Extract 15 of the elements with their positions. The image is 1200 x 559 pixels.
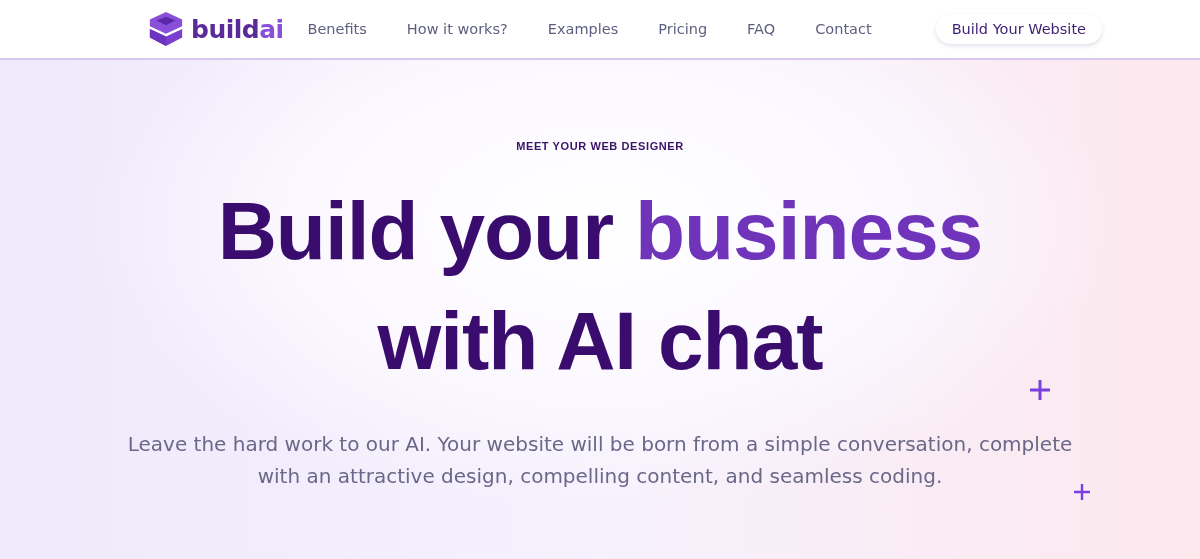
eyebrow-text: MEET YOUR WEB DESIGNER [516, 140, 684, 152]
build-website-button[interactable]: Build Your Website [935, 14, 1102, 44]
logo-icon [147, 9, 185, 49]
nav-link[interactable]: How it works? [406, 21, 508, 37]
hero-subtitle: Leave the hard work to our AI. Your website will be born from a simple conversation, complete with an attractive design, compelling content, and seamless coding. [126, 431, 1074, 490]
nav-link[interactable]: Contact [815, 21, 872, 37]
nav-link[interactable]: Pricing [658, 21, 708, 37]
nav-link[interactable]: FAQ [747, 21, 776, 37]
headline-line: with AI chat [377, 294, 823, 388]
brand-name[interactable]: buildai [191, 14, 284, 44]
sparkle-icon [1074, 484, 1090, 500]
sparkle-icon [1030, 380, 1050, 400]
nav-link[interactable]: Benefits [307, 21, 367, 37]
nav-link[interactable]: Examples [547, 21, 619, 37]
headline-line: Build your business [217, 184, 983, 278]
